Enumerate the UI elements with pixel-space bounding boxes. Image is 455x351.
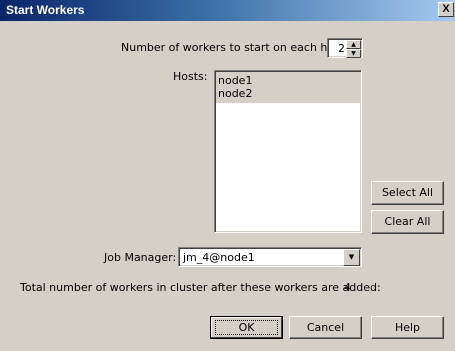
select-all-button[interactable]: Select All [371,181,444,205]
job-manager-value: jm_4@node1 [183,251,255,264]
job-manager-select[interactable]: jm_4@node1 ▼ [178,247,362,267]
window-title: Start Workers [6,3,85,17]
list-item[interactable]: node2 [217,88,252,100]
title-bar: Start Workers X [0,0,455,21]
total-workers-value: 4 [344,281,351,294]
workers-count-value[interactable]: 2 [338,42,345,55]
list-item[interactable]: node1 [217,75,252,87]
spinner-arrows: ▲ ▼ [346,40,361,58]
hosts-label: Hosts: [173,70,208,83]
ok-label: OK [238,321,255,334]
cancel-button[interactable]: Cancel [289,316,362,339]
job-manager-label: Job Manager: [104,251,177,264]
hosts-list[interactable]: node1 node2 [214,70,362,233]
total-workers-text: Total number of workers in cluster after… [20,281,381,294]
close-icon[interactable]: X [438,2,454,17]
workers-count-label: Number of workers to start on each host: [121,41,348,54]
spin-down-icon[interactable]: ▼ [346,49,361,58]
workers-count-spinner[interactable]: 2 ▲ ▼ [327,38,363,58]
clear-all-button[interactable]: Clear All [371,210,444,234]
spin-up-icon[interactable]: ▲ [346,40,361,49]
help-button[interactable]: Help [371,316,444,339]
ok-button[interactable]: OK [210,316,283,339]
chevron-down-icon[interactable]: ▼ [343,249,360,266]
